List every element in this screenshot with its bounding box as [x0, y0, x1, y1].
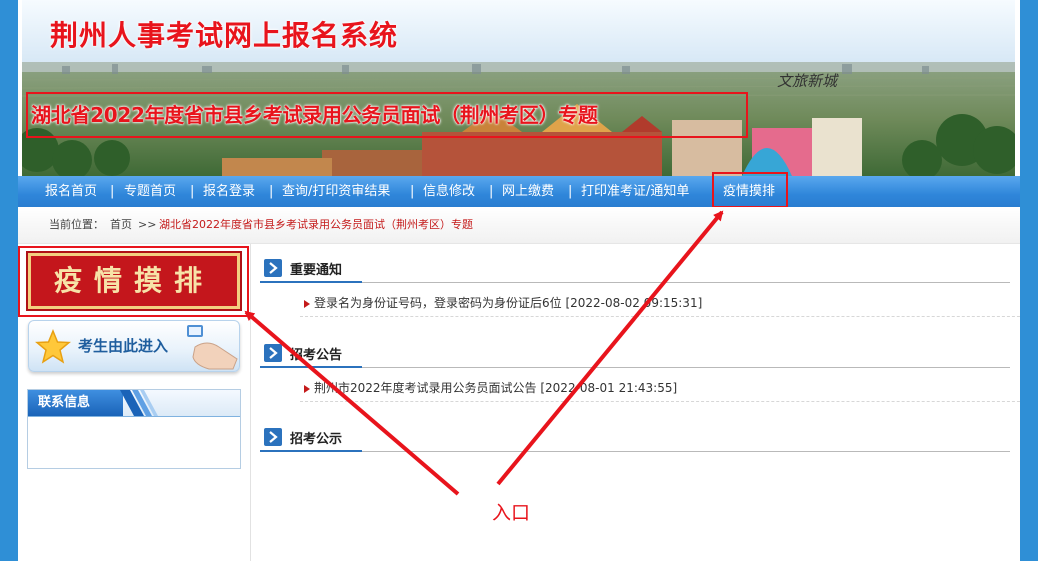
contact-info-header: 联系信息	[28, 390, 240, 417]
nav-print-admission[interactable]: 打印准考证/通知单	[581, 176, 689, 207]
stripe-decoration-icon	[120, 390, 158, 416]
candidate-entry-button[interactable]: 考生由此进入	[28, 320, 240, 372]
contact-info-title: 联系信息	[28, 390, 123, 416]
nav-separator: |	[489, 184, 494, 199]
section-title-recruitment-announcement: 招考公告	[290, 348, 343, 363]
chevron-right-icon	[264, 428, 282, 446]
contact-info-panel: 联系信息	[27, 389, 241, 469]
section-header-recruitment-publicity: 招考公示	[260, 425, 1010, 452]
nav-edit-info[interactable]: 信息修改	[423, 176, 475, 207]
bullet-triangle-icon	[304, 300, 310, 308]
banner-slogan: 文旅新城	[777, 72, 838, 90]
breadcrumb-prefix: 当前位置：	[49, 218, 104, 231]
header-banner: 荆州人事考试网上报名系统 文旅新城 湖北省2022年度省市县乡考试录用公务员面试…	[22, 0, 1015, 176]
announcement-item-link[interactable]: 荆州市2022年度考试录用公务员面试公告 [2022-08-01 21:43:5…	[314, 376, 677, 401]
nav-epidemic-highlight-frame	[712, 172, 788, 208]
nav-separator: |	[190, 184, 195, 199]
nav-separator: |	[269, 184, 274, 199]
breadcrumb: 当前位置： 首页 >> 湖北省2022年度省市县乡考试录用公务员面试（荆州考区）…	[18, 207, 1020, 244]
nav-online-payment[interactable]: 网上缴费	[502, 176, 554, 207]
bullet-triangle-icon	[304, 385, 310, 393]
hand-pointer-icon	[187, 325, 238, 370]
chevron-right-icon	[264, 344, 282, 362]
main-nav: 报名首页 | 专题首页 | 报名登录 | 查询/打印资审结果 | 信息修改 | …	[18, 176, 1020, 207]
nav-login[interactable]: 报名登录	[203, 176, 255, 207]
section-header-recruitment-announcement: 招考公告	[260, 341, 1010, 368]
section-underline	[260, 366, 362, 368]
epidemic-survey-button[interactable]: 疫情摸排	[28, 253, 240, 309]
site-title: 荆州人事考试网上报名系统	[50, 19, 399, 52]
nav-separator: |	[568, 184, 573, 199]
section-underline	[260, 281, 362, 283]
chevron-right-icon	[264, 259, 282, 277]
section-title-important-notice: 重要通知	[290, 263, 343, 278]
list-item: 登录名为身份证号码，登录密码为身份证后6位 [2022-08-02 09:15:…	[300, 291, 1020, 317]
breadcrumb-home-link[interactable]: 首页	[110, 207, 132, 243]
nav-review-results[interactable]: 查询/打印资审结果	[282, 176, 390, 207]
breadcrumb-arrow: >>	[138, 218, 157, 231]
notice-item-link[interactable]: 登录名为身份证号码，登录密码为身份证后6位 [2022-08-02 09:15:…	[314, 291, 702, 316]
sidebar-divider	[250, 244, 251, 561]
star-icon	[35, 329, 71, 364]
list-item: 荆州市2022年度考试录用公务员面试公告 [2022-08-01 21:43:5…	[300, 376, 1020, 402]
annotation-entry-label: 入口	[492, 502, 531, 524]
section-underline	[260, 450, 362, 452]
section-header-important-notice: 重要通知	[260, 256, 1010, 283]
nav-separator: |	[410, 184, 415, 199]
nav-registration-home[interactable]: 报名首页	[45, 176, 97, 207]
page: 荆州人事考试网上报名系统 文旅新城 湖北省2022年度省市县乡考试录用公务员面试…	[18, 0, 1020, 561]
nav-topic-home[interactable]: 专题首页	[124, 176, 176, 207]
breadcrumb-current: 湖北省2022年度省市县乡考试录用公务员面试（荆州考区）专题	[159, 218, 473, 231]
nav-separator: |	[110, 184, 115, 199]
subject-title: 湖北省2022年度省市县乡考试录用公务员面试（荆州考区）专题	[26, 92, 748, 138]
section-title-recruitment-publicity: 招考公示	[290, 432, 343, 447]
candidate-entry-label: 考生由此进入	[78, 337, 169, 355]
